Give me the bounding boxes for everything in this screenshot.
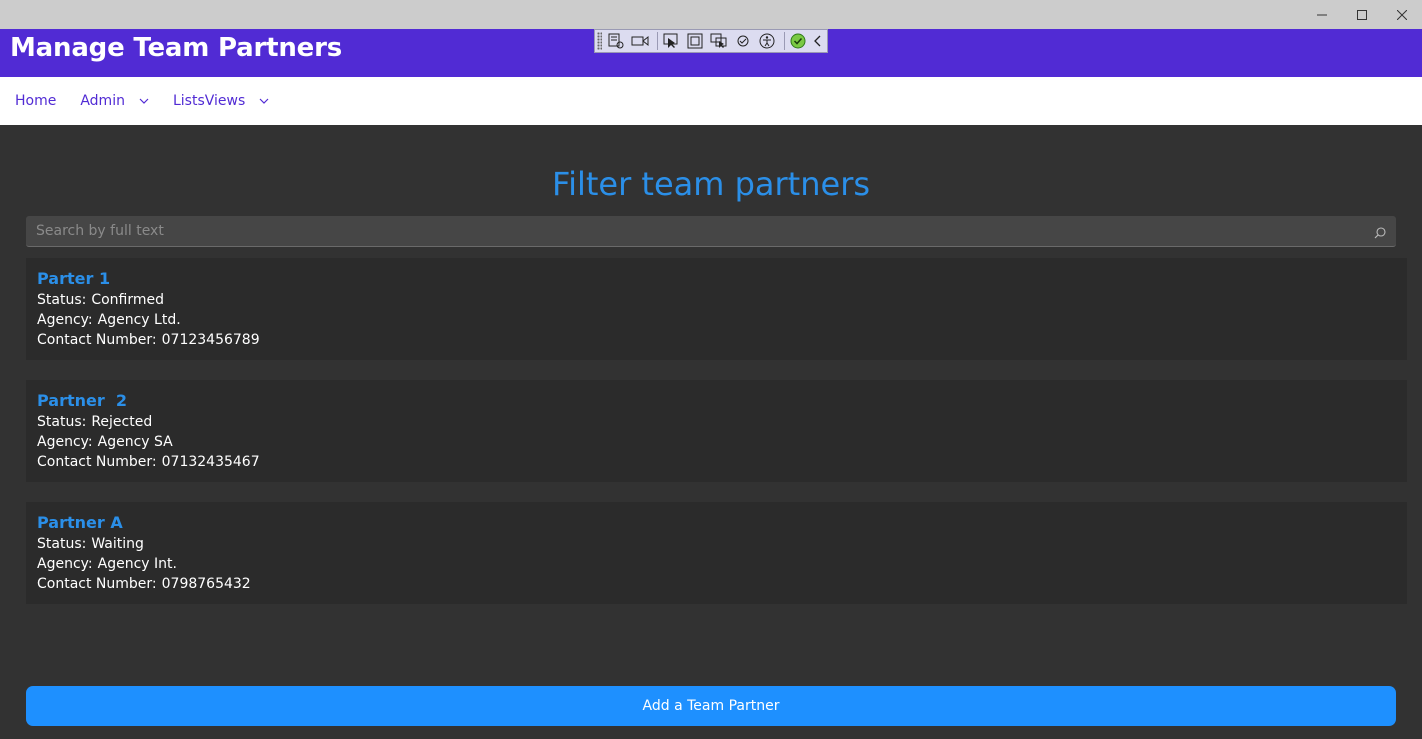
window-controls [1302,0,1422,29]
maximize-button[interactable] [1342,0,1382,29]
page-title: Filter team partners [551,165,871,203]
binding-failures-icon[interactable] [733,31,753,51]
partner-contact-row: Contact Number: 07132435467 [37,452,1396,472]
partner-agency: Agency SA [97,434,173,450]
chevron-down-icon [139,98,149,104]
partner-status-row: Status: Rejected [37,412,1396,432]
contact-label: Contact Number: [37,454,157,470]
hot-reload-check-icon[interactable] [788,31,808,51]
partner-status-row: Status: Confirmed [37,290,1396,310]
collapse-toolbar-chevron-icon[interactable] [812,31,823,51]
partner-agency: Agency Int. [97,556,177,572]
accessibility-icon[interactable] [757,31,777,51]
toolbar-separator [784,32,786,50]
close-icon [1397,9,1407,20]
nav-item-admin[interactable]: Admin [80,93,149,109]
add-team-partner-button[interactable]: Add a Team Partner [26,686,1396,726]
partner-card[interactable]: Parter 1 Status: Confirmed Agency: Agency … [26,258,1407,360]
partner-contact: 07123456789 [161,332,260,348]
partner-agency-row: Agency: Agency SA [37,432,1396,452]
window-titlebar [0,0,1422,29]
app-title: Manage Team Partners [10,33,342,63]
partner-status-row: Status: Waiting [37,534,1396,554]
nav-item-label: Admin [80,93,125,109]
agency-label: Agency: [37,312,93,328]
video-camera-icon[interactable] [630,31,650,51]
partner-agency-row: Agency: Agency Ltd. [37,310,1396,330]
partner-contact-row: Contact Number: 0798765432 [37,574,1396,594]
close-button[interactable] [1382,0,1422,29]
nav-item-label: Home [15,93,57,109]
chevron-down-icon [259,98,269,104]
search-bar [26,216,1396,247]
partner-name: Parter 1 [37,269,111,288]
partner-card[interactable]: Partner A Status: Waiting Agency: Agency I… [26,502,1407,604]
xaml-debug-toolbar [594,29,828,53]
partner-contact-row: Contact Number: 07123456789 [37,330,1396,350]
partner-name: Partner A [37,513,123,532]
status-label: Status: [37,536,87,552]
minimize-button[interactable] [1302,0,1342,29]
partner-contact: 0798765432 [161,576,251,592]
partner-status: Confirmed [91,292,165,308]
select-element-icon[interactable] [661,31,681,51]
partner-agency-row: Agency: Agency Int. [37,554,1396,574]
main-content: Filter team partners Parter 1 Status:Con… [0,125,1422,739]
status-label: Status: [37,414,87,430]
toolbar-separator [657,32,659,50]
partner-card[interactable]: Partner 2 Status: Rejected Agency: Agency … [26,380,1407,482]
search-input[interactable] [26,216,1396,246]
partner-status: Waiting [91,536,144,552]
contact-label: Contact Number: [37,332,157,348]
nav-bar: Home Admin ListsViews [0,77,1422,125]
track-focused-element-icon[interactable] [709,31,729,51]
contact-label: Contact Number: [37,576,157,592]
partner-agency: Agency Ltd. [97,312,181,328]
search-icon[interactable] [1374,224,1386,243]
toolbar-grip-icon[interactable] [597,32,603,50]
live-visual-tree-icon[interactable] [606,31,626,51]
partner-contact: 07132435467 [161,454,260,470]
status-label: Status: [37,292,87,308]
agency-label: Agency: [37,556,93,572]
partner-name: Partner 2 [37,391,128,410]
agency-label: Agency: [37,434,93,450]
minimize-icon [1317,14,1327,15]
maximize-icon [1357,9,1367,20]
nav-item-listsviews[interactable]: ListsViews [173,93,269,109]
partner-status: Rejected [91,414,153,430]
nav-item-home[interactable]: Home [15,93,56,109]
nav-item-label: ListsViews [172,93,246,109]
display-layout-adorners-icon[interactable] [685,31,705,51]
